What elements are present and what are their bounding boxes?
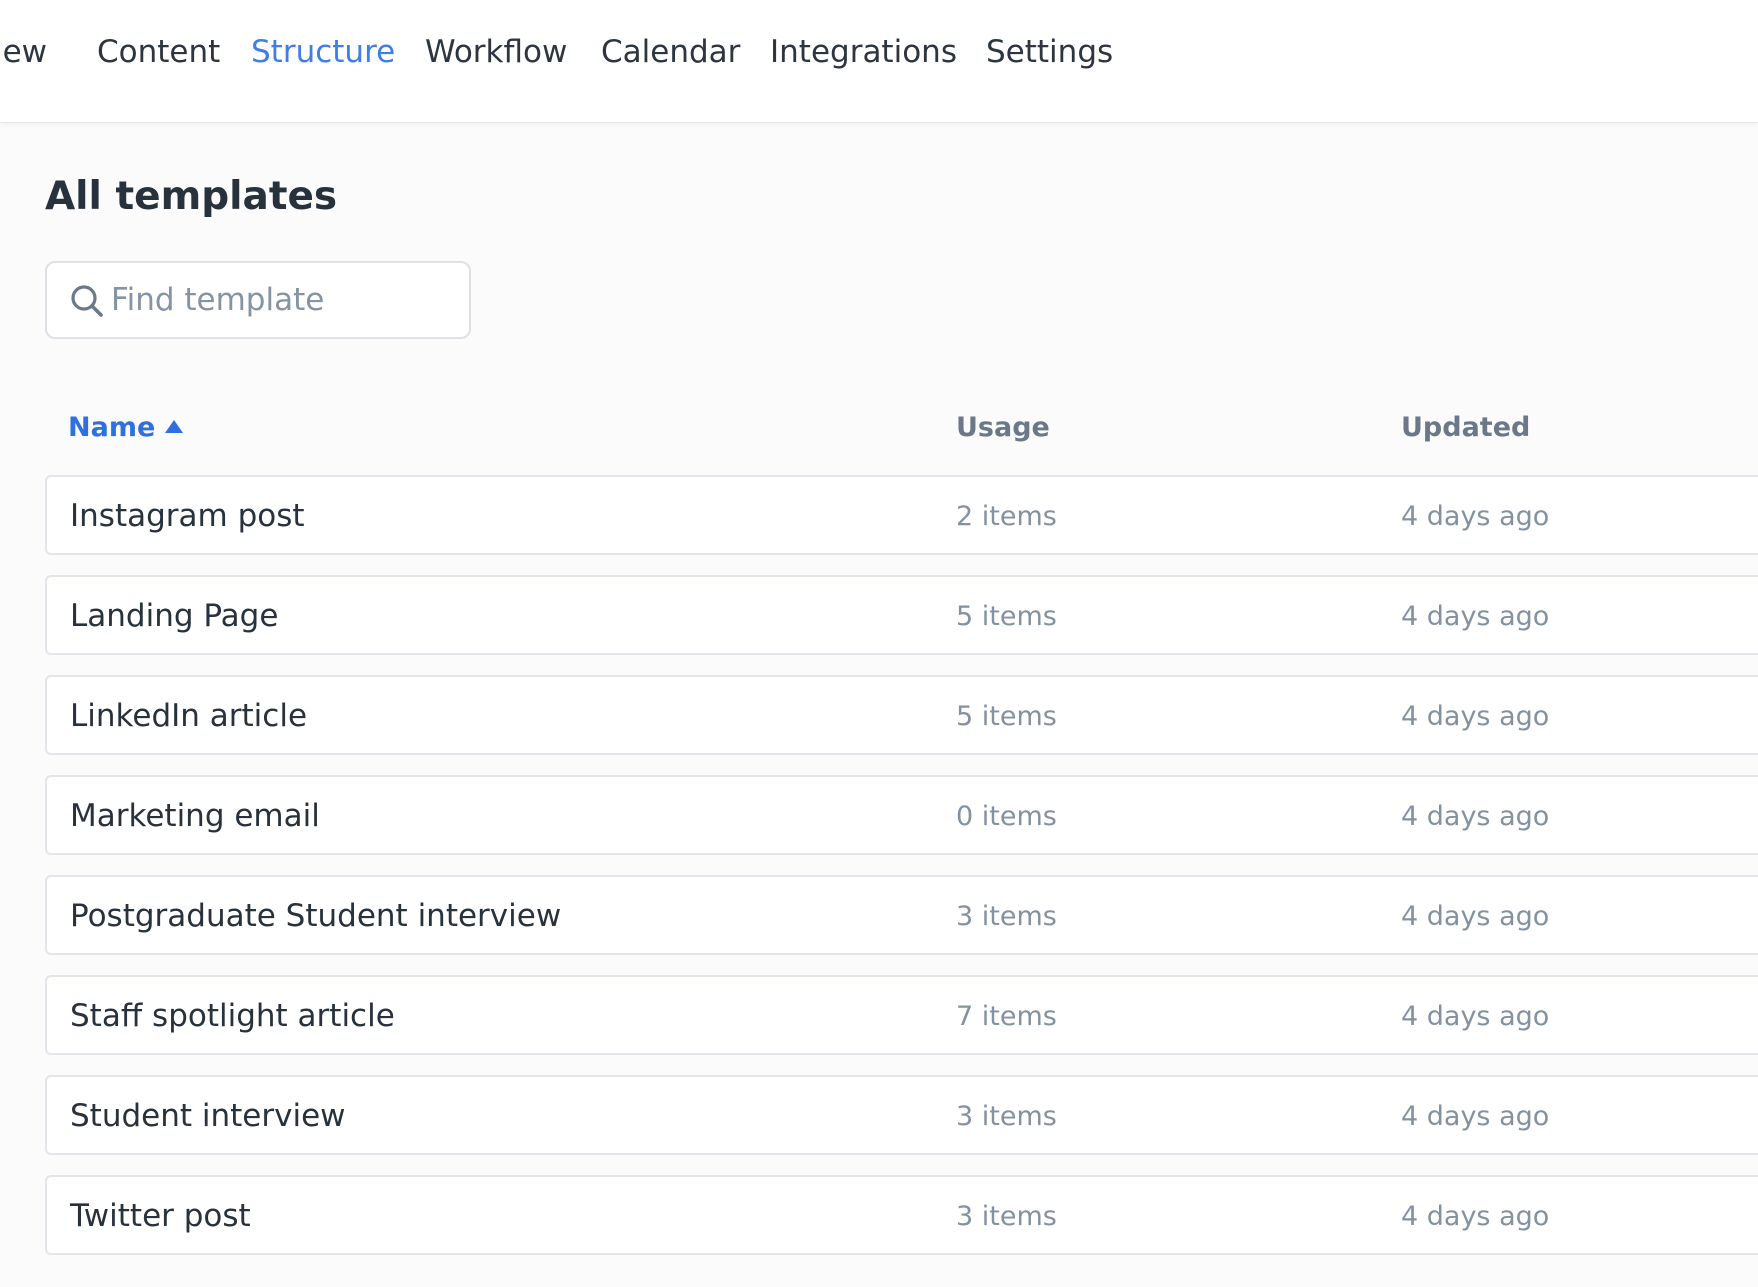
table-row[interactable]: Staff spotlight article 7 items 4 days a…: [45, 975, 1758, 1055]
template-name: Staff spotlight article: [70, 998, 395, 1034]
column-header-name-label: Name: [68, 412, 156, 443]
sort-ascending-icon: [165, 420, 184, 433]
template-updated: 4 days ago: [1401, 1101, 1550, 1132]
template-updated: 4 days ago: [1401, 801, 1550, 832]
template-usage: 5 items: [956, 701, 1057, 732]
tab-overview[interactable]: iew: [0, 30, 47, 74]
top-navigation: iew Content Structure Workflow Calendar …: [0, 0, 1758, 123]
table-row[interactable]: Twitter post 3 items 4 days ago: [45, 1175, 1758, 1255]
template-usage: 3 items: [956, 901, 1057, 932]
template-updated: 4 days ago: [1401, 601, 1550, 632]
tab-structure[interactable]: Structure: [251, 30, 395, 74]
template-updated: 4 days ago: [1401, 901, 1550, 932]
template-usage: 0 items: [956, 801, 1057, 832]
template-updated: 4 days ago: [1401, 701, 1550, 732]
search-icon: [71, 285, 103, 317]
column-header-name[interactable]: Name: [68, 408, 184, 448]
tab-calendar[interactable]: Calendar: [601, 30, 740, 74]
template-name: Landing Page: [70, 598, 279, 634]
template-name: Instagram post: [70, 498, 305, 534]
tab-integrations[interactable]: Integrations: [770, 30, 957, 74]
template-updated: 4 days ago: [1401, 501, 1550, 532]
column-header-updated[interactable]: Updated: [1401, 408, 1530, 448]
template-updated: 4 days ago: [1401, 1201, 1550, 1232]
table-row[interactable]: Landing Page 5 items 4 days ago: [45, 575, 1758, 655]
table-row[interactable]: Marketing email 0 items 4 days ago: [45, 775, 1758, 855]
column-header-usage[interactable]: Usage: [956, 408, 1050, 448]
template-updated: 4 days ago: [1401, 1001, 1550, 1032]
template-name: Student interview: [70, 1098, 346, 1134]
page-title: All templates: [45, 174, 338, 219]
tab-workflow[interactable]: Workflow: [425, 30, 567, 74]
template-usage: 3 items: [956, 1101, 1057, 1132]
template-usage: 3 items: [956, 1201, 1057, 1232]
tab-content[interactable]: Content: [97, 30, 220, 74]
table-row[interactable]: Instagram post 2 items 4 days ago: [45, 475, 1758, 555]
template-usage: 7 items: [956, 1001, 1057, 1032]
search-box[interactable]: [45, 261, 471, 339]
template-name: Twitter post: [70, 1198, 251, 1234]
template-usage: 5 items: [956, 601, 1057, 632]
template-name: Postgraduate Student interview: [70, 898, 562, 934]
table-row[interactable]: Student interview 3 items 4 days ago: [45, 1075, 1758, 1155]
table-row[interactable]: LinkedIn article 5 items 4 days ago: [45, 675, 1758, 755]
template-name: LinkedIn article: [70, 698, 308, 734]
template-usage: 2 items: [956, 501, 1057, 532]
search-input[interactable]: [111, 263, 461, 337]
template-name: Marketing email: [70, 798, 320, 834]
table-row[interactable]: Postgraduate Student interview 3 items 4…: [45, 875, 1758, 955]
tab-settings[interactable]: Settings: [986, 30, 1113, 74]
template-list: Instagram post 2 items 4 days ago Landin…: [45, 475, 1758, 1275]
